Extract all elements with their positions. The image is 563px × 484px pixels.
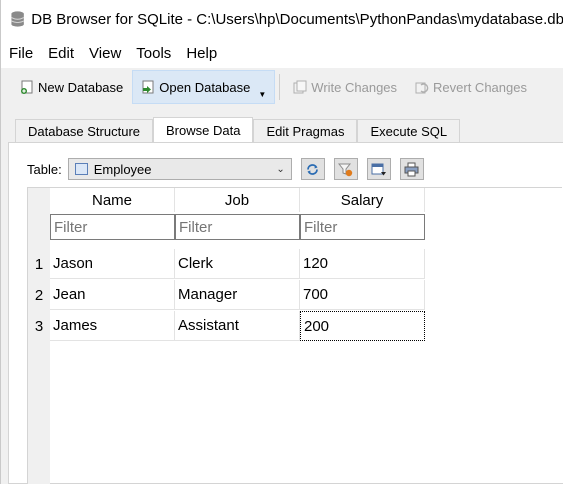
write-changes-label: Write Changes: [311, 79, 398, 95]
revert-changes-button[interactable]: Revert Changes: [406, 70, 536, 104]
new-database-label: New Database: [38, 79, 124, 95]
table-cell[interactable]: 120: [300, 249, 425, 279]
column-header-job[interactable]: Job: [175, 188, 300, 212]
new-database-icon: [21, 80, 33, 94]
row-number[interactable]: 3: [28, 311, 50, 341]
print-button[interactable]: [399, 158, 424, 180]
database-icon: [11, 11, 25, 27]
table-cell[interactable]: Jean: [50, 280, 175, 310]
clear-filters-button[interactable]: [333, 158, 358, 180]
menu-bar: File Edit View Tools Help: [1, 38, 563, 68]
menu-view[interactable]: View: [89, 45, 128, 62]
print-icon: [404, 162, 419, 176]
table-select-value: Employee: [93, 161, 152, 177]
row-number[interactable]: 1: [28, 249, 50, 279]
filter-salary-input[interactable]: [300, 214, 425, 240]
revert-changes-icon: [415, 82, 429, 94]
menu-file[interactable]: File: [9, 45, 40, 62]
table-label: Table:: [27, 161, 62, 177]
open-database-label: Open Database: [159, 79, 251, 95]
save-table-icon: [371, 163, 386, 175]
new-database-button[interactable]: New Database: [11, 70, 132, 104]
save-table-button[interactable]: [366, 158, 391, 180]
table-cell[interactable]: James: [50, 311, 175, 341]
filter-name-input[interactable]: [50, 214, 175, 240]
row-number[interactable]: 2: [28, 280, 50, 310]
open-database-icon: [142, 80, 154, 94]
tab-edit-pragmas[interactable]: Edit Pragmas: [253, 119, 358, 143]
table-cell-selected[interactable]: 200: [300, 311, 425, 341]
table-selector-row: Table: Employee ⌄: [27, 157, 424, 181]
table-select[interactable]: Employee ⌄: [67, 158, 292, 180]
browse-data-panel: Table: Employee ⌄ Name Job Salary Filter…: [8, 142, 563, 484]
tab-execute-sql[interactable]: Execute SQL: [357, 119, 461, 143]
refresh-icon: [307, 163, 319, 175]
menu-help[interactable]: Help: [186, 45, 224, 62]
window-title: DB Browser for SQLite - C:\Users\hp\Docu…: [31, 10, 563, 28]
tab-browse-data[interactable]: Browse Data: [153, 117, 254, 143]
revert-changes-label: Revert Changes: [433, 79, 527, 95]
main-toolbar: New Database Open Database ▼ Write Chang…: [1, 68, 563, 106]
table-cell[interactable]: Jason: [50, 249, 175, 279]
data-grid: Name Job Salary 1 Jason Clerk 120 2 Jean…: [27, 187, 562, 484]
table-cell[interactable]: Manager: [175, 280, 300, 310]
table-cell[interactable]: 700: [300, 280, 425, 310]
toolbar-separator: [279, 74, 281, 100]
column-header-name[interactable]: Name: [50, 188, 175, 212]
write-changes-button[interactable]: Write Changes: [284, 70, 406, 104]
table-icon: [74, 163, 88, 175]
table-cell[interactable]: Assistant: [175, 311, 300, 341]
menu-tools[interactable]: Tools: [136, 45, 178, 62]
write-changes-icon: [293, 80, 307, 94]
main-tabs: Database Structure Browse Data Edit Prag…: [15, 117, 461, 143]
chevron-down-icon: ⌄: [276, 163, 285, 175]
open-database-button[interactable]: Open Database ▼: [132, 70, 276, 104]
open-database-dropdown-icon[interactable]: ▼: [258, 90, 266, 99]
title-bar: DB Browser for SQLite - C:\Users\hp\Docu…: [1, 0, 563, 38]
clear-filter-icon: [338, 163, 353, 176]
filter-job-input[interactable]: [175, 214, 300, 240]
menu-edit[interactable]: Edit: [48, 45, 81, 62]
column-header-salary[interactable]: Salary: [300, 188, 425, 212]
table-cell[interactable]: Clerk: [175, 249, 300, 279]
refresh-button[interactable]: [300, 158, 325, 180]
tab-database-structure[interactable]: Database Structure: [15, 119, 154, 143]
